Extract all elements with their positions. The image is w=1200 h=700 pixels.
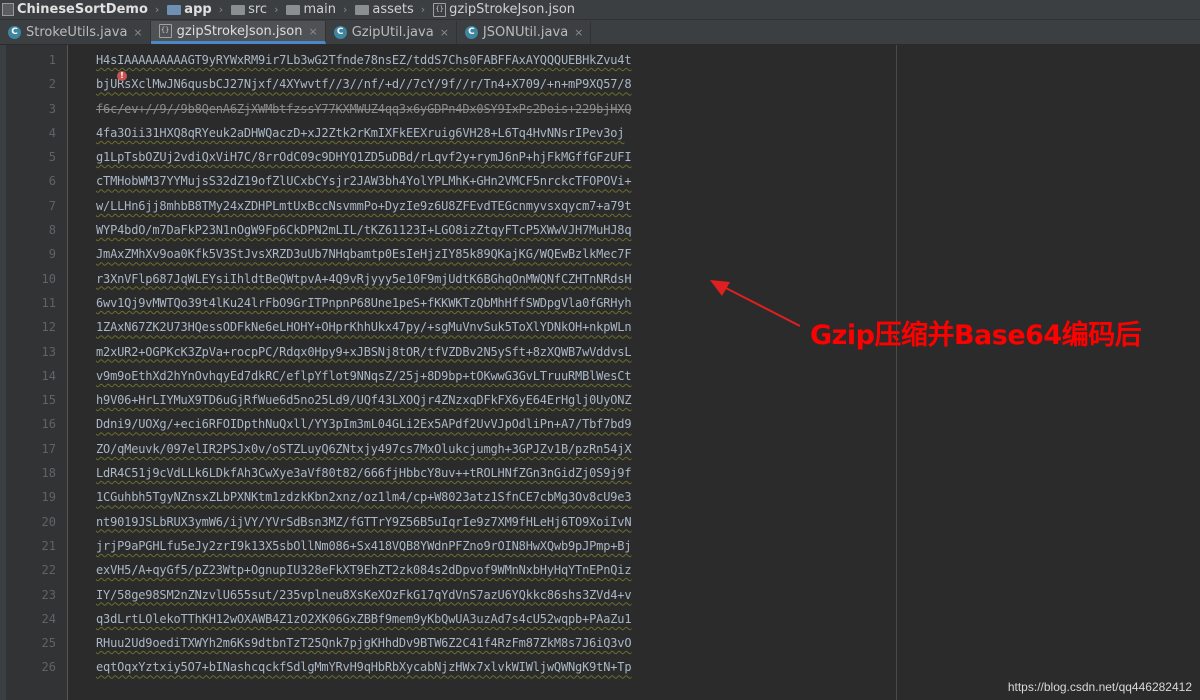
- code-text-area[interactable]: H4sIAAAAAAAAAGT9yRYWxRM9ir7Lb3wG2Tfnde78…: [68, 48, 908, 680]
- tab-strokeutils[interactable]: C StrokeUtils.java ×: [0, 21, 151, 44]
- line-number: 8: [48, 223, 56, 238]
- code-line[interactable]: JmAxZMhXv9oa0Kfk5V3StJvsXRZD3uUb7NHqbamt…: [68, 242, 908, 266]
- code-line[interactable]: jrjP9aPGHLfu5eJy2zrI9k13X5sbOllNm086+Sx4…: [68, 534, 908, 558]
- class-icon: C: [8, 26, 21, 39]
- breadcrumb-separator-icon: ›: [154, 3, 160, 16]
- close-icon[interactable]: ×: [309, 25, 318, 38]
- code-line[interactable]: v9m9oEthXd2hYnOvhqyEd7dkRC/eflpYflot9NNq…: [68, 364, 908, 388]
- code-line[interactable]: H4sIAAAAAAAAAGT9yRYWxRM9ir7Lb3wG2Tfnde78…: [68, 48, 908, 72]
- right-margin-guide: [896, 45, 897, 700]
- line-number: 24: [41, 611, 56, 626]
- breadcrumb-item-assets[interactable]: assets: [353, 0, 415, 19]
- tab-label: GzipUtil.java: [351, 25, 434, 40]
- line-number: 7: [48, 198, 56, 213]
- code-line[interactable]: ZO/qMeuvk/097elIR2PSJx0v/oSTZLuyQ6ZNtxjy…: [68, 437, 908, 461]
- class-icon: C: [464, 26, 478, 39]
- line-number: 15: [41, 393, 56, 408]
- code-line[interactable]: f6c/ev+//9//9b8QenA6ZjXWMbtfzssY77KXMWUZ…: [68, 97, 908, 121]
- breadcrumb-item-src[interactable]: src: [229, 0, 269, 19]
- code-line[interactable]: 4fa3Oii31HXQ8qRYeuk2aDHWQaczD+xJ2Ztk2rKm…: [68, 121, 908, 145]
- code-line[interactable]: w/LLHn6jj8mhbB8TMy24xZDHPLmtUxBccNsvmmPo…: [68, 194, 908, 218]
- code-line[interactable]: bjURsXclMwJN6qusbCJ27Njxf/4XYwvtf//3//nf…: [68, 72, 908, 96]
- breadcrumb-item-app[interactable]: app: [165, 0, 213, 19]
- line-number: 26: [41, 660, 56, 675]
- tab-label: gzipStrokeJson.json: [176, 23, 303, 39]
- line-number-list: 1 2 3 4 5 6 7 8 9 10 11 12 13 14 15 16 17 18 19 20 21 22 23 24 2…: [6, 48, 67, 680]
- line-number: 19: [41, 490, 56, 505]
- project-icon: [2, 3, 14, 16]
- line-number: 16: [41, 417, 56, 432]
- breadcrumb-label: app: [184, 2, 212, 17]
- code-line[interactable]: eqtOqxYztxiy5O7+bINashcqckfSdlgMmYRvH9qH…: [68, 655, 908, 679]
- code-line[interactable]: cTMHobWM37YYMujsS32dZ19ofZlUCxbCYsjr2JAW…: [68, 169, 908, 193]
- tab-jsonutil[interactable]: C JSONUtil.java ×: [457, 21, 592, 44]
- annotation-label: Gzip压缩并Base64编码后: [810, 320, 1142, 351]
- code-line[interactable]: IY/58ge98SM2nZNzvlU655sut/235vplneu8XsKe…: [68, 583, 908, 607]
- breadcrumb-label: assets: [372, 2, 414, 17]
- folder-icon: [231, 4, 246, 15]
- line-number: 11: [41, 295, 56, 310]
- line-number: 2: [48, 77, 56, 92]
- breadcrumb-separator-icon: ›: [274, 3, 279, 16]
- line-number: 9: [48, 247, 56, 262]
- breadcrumb-item-project[interactable]: ChineseSortDemo: [0, 0, 150, 19]
- code-line[interactable]: RHuu2Ud9oediTXWYh2m6Ks9dtbnTzT25Qnk7pjgK…: [68, 631, 908, 655]
- line-number: 3: [48, 101, 56, 116]
- code-line[interactable]: q3dLrtLOlekoTThKH12wOXAWB4Z1zO2XK06GxZBB…: [68, 607, 908, 631]
- tab-label: StrokeUtils.java: [26, 25, 128, 40]
- editor-tab-bar: C StrokeUtils.java × {} gzipStrokeJson.j…: [0, 20, 1200, 45]
- breadcrumb-label: src: [248, 2, 268, 17]
- error-hint-icon[interactable]: !: [117, 71, 127, 81]
- json-file-icon: {}: [158, 24, 172, 38]
- line-number: 1: [48, 53, 56, 67]
- code-line[interactable]: g1LpTsbOZUj2vdiQxViH7C/8rrOdC09c9DHYQ1ZD…: [68, 145, 908, 169]
- code-line[interactable]: WYP4bdO/m7DaFkP23N1nOgW9Fp6CkDPN2mLIL/tK…: [68, 218, 908, 242]
- breadcrumb: ChineseSortDemo › app › src › main › ass…: [0, 0, 1200, 20]
- tab-gziputil[interactable]: C GzipUtil.java ×: [326, 21, 457, 44]
- folder-icon: [167, 4, 182, 15]
- json-file-icon: {}: [433, 2, 447, 17]
- line-number: 22: [41, 563, 56, 578]
- code-line[interactable]: m2xUR2+OGPKcK3ZpVa+rocpPC/Rdqx0Hpy9+xJBS…: [68, 340, 908, 364]
- line-number: 17: [41, 441, 56, 456]
- line-number: 25: [41, 636, 56, 651]
- breadcrumb-item-main[interactable]: main: [284, 0, 337, 19]
- close-icon[interactable]: ×: [574, 26, 583, 39]
- folder-icon: [355, 4, 370, 15]
- watermark: https://blog.csdn.net/qq446282412: [1007, 680, 1192, 694]
- line-number-gutter[interactable]: 1 2 3 4 5 6 7 8 9 10 11 12 13 14 15 16 17 18 19 20 21 22 23 24 2…: [6, 45, 68, 700]
- line-number: 12: [41, 320, 56, 335]
- tab-label: JSONUtil.java: [482, 25, 569, 40]
- breadcrumb-label: ChineseSortDemo: [17, 2, 148, 17]
- code-line[interactable]: LdR4C51j9cVdLLk6LDkfAh3CwXye3aVf80t82/66…: [68, 461, 908, 485]
- code-line[interactable]: nt9019JSLbRUX3ymW6/ijVY/YVrSdBsn3MZ/fGTT…: [68, 510, 908, 534]
- breadcrumb-item-file[interactable]: {} gzipStrokeJson.json: [431, 0, 577, 19]
- line-number: 14: [41, 368, 56, 383]
- class-icon: C: [333, 26, 347, 39]
- breadcrumb-separator-icon: ›: [420, 3, 426, 16]
- code-editor[interactable]: 1 2 3 4 5 6 7 8 9 10 11 12 13 14 15 16 17 18 19 20 21 22 23 24 2…: [0, 45, 1200, 700]
- line-number: 23: [41, 587, 56, 602]
- code-line[interactable]: Ddni9/UOXg/+eci6RFOIDpthNuQxll/YY3pIm3mL…: [68, 412, 908, 436]
- close-icon[interactable]: ×: [133, 26, 142, 39]
- breadcrumb-separator-icon: ›: [218, 3, 224, 16]
- tab-gzipstrokejson[interactable]: {} gzipStrokeJson.json ×: [150, 21, 326, 44]
- line-number: 18: [41, 466, 56, 481]
- breadcrumb-label: gzipStrokeJson.json: [449, 2, 576, 17]
- line-number: 5: [48, 150, 56, 165]
- close-icon[interactable]: ×: [440, 26, 449, 39]
- annotation-arrow-icon: [710, 280, 801, 327]
- line-number: 4: [48, 125, 56, 140]
- code-line[interactable]: exVH5/A+qyGf5/pZ23Wtp+OgnupIU328eFkXT9Eh…: [68, 558, 908, 582]
- line-number: 6: [48, 174, 56, 189]
- line-number: 13: [41, 344, 56, 359]
- line-number: 21: [41, 538, 56, 553]
- breadcrumb-separator-icon: ›: [342, 3, 348, 16]
- line-number: 10: [41, 271, 56, 286]
- line-number: 20: [41, 514, 56, 529]
- folder-icon: [286, 4, 301, 15]
- code-line[interactable]: h9V06+HrLIYMuX9TD6uGjRfWue6d5no25Ld9/UQf…: [68, 388, 908, 412]
- code-line[interactable]: 1CGuhbh5TgyNZnsxZLbPXNKtm1zdzkKbn2xnz/oz…: [68, 485, 908, 509]
- breadcrumb-label: main: [303, 2, 336, 17]
